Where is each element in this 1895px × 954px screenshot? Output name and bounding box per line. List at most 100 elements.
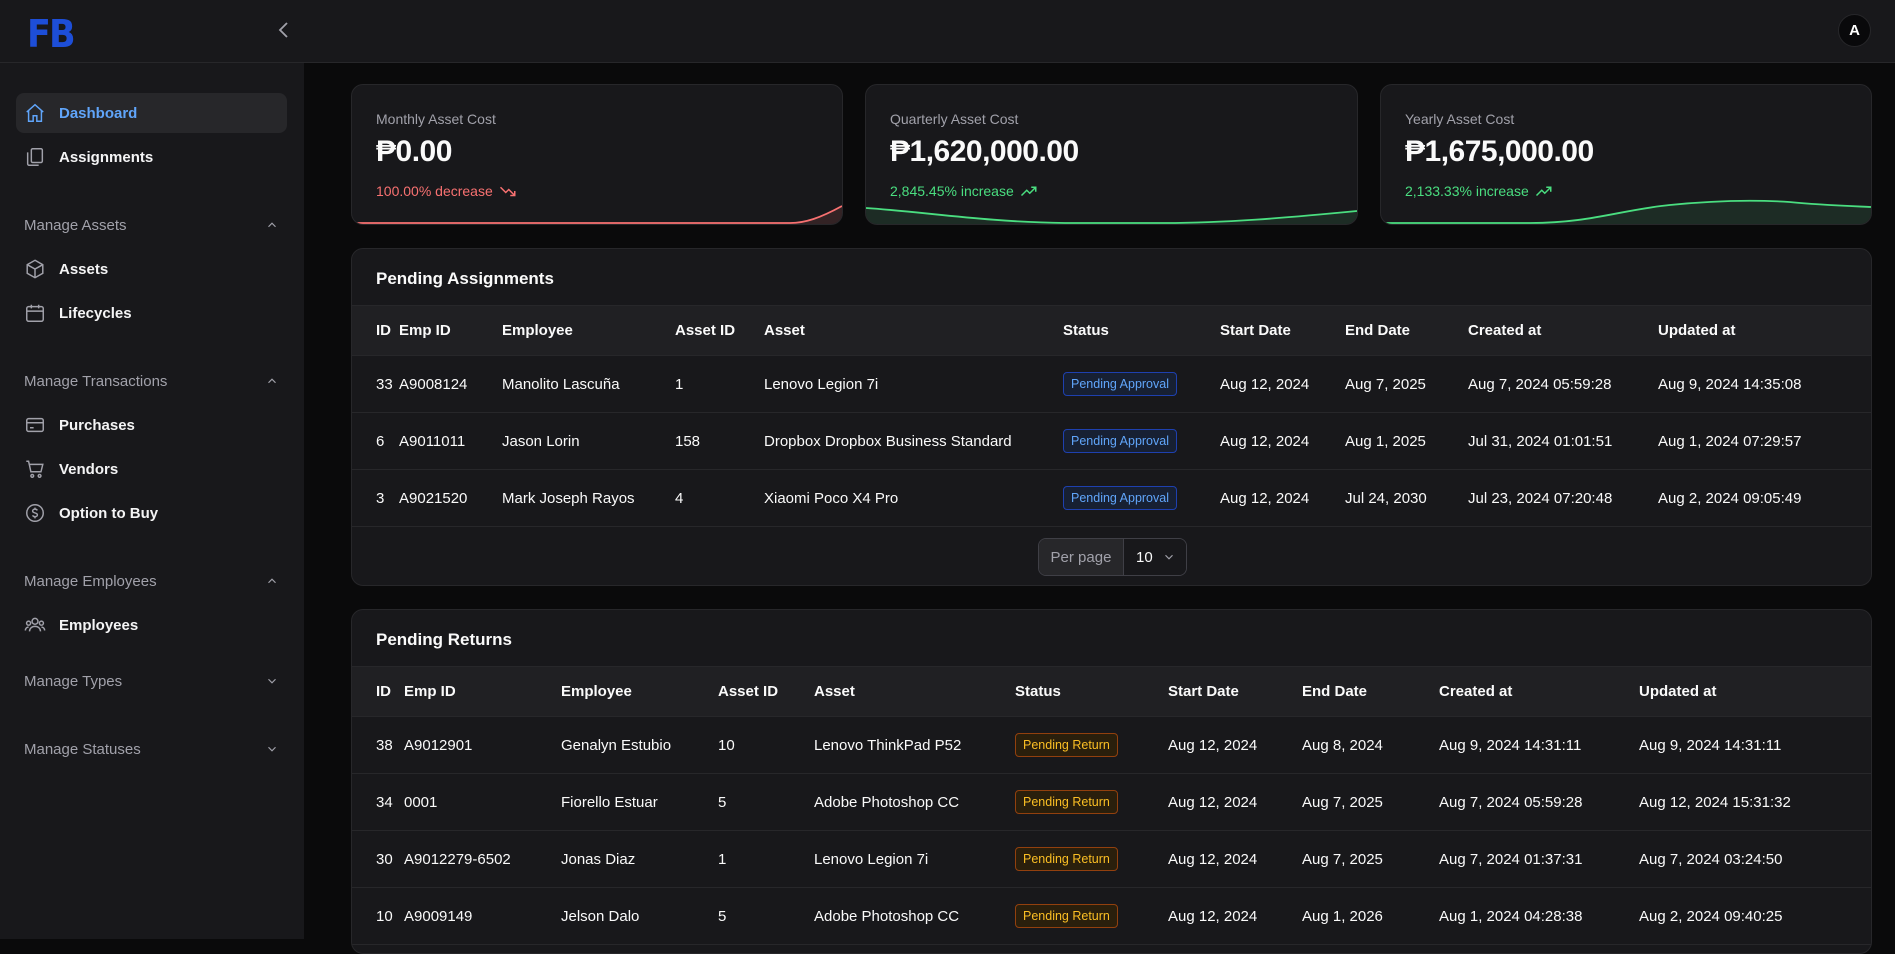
user-avatar[interactable]: A	[1838, 14, 1871, 47]
column-header[interactable]: ID	[352, 306, 399, 356]
cell-asset-id: 5	[718, 907, 727, 925]
users-icon	[24, 614, 46, 636]
cell-updated-at: Aug 9, 2024 14:31:11	[1639, 736, 1782, 754]
pending-returns-panel: Pending Returns ID Emp ID Employee Asset…	[351, 609, 1872, 954]
cell-start-date: Aug 12, 2024	[1168, 793, 1258, 811]
column-header[interactable]: Employee	[502, 306, 675, 356]
cell-asset-id: 1	[718, 850, 727, 868]
nav-group-manage-transactions[interactable]: Manage Transactions	[16, 367, 287, 395]
cell-created-at: Jul 31, 2024 01:01:51	[1468, 432, 1613, 450]
table-row[interactable]: 38 A9012901 Genalyn Estubio 10 Lenovo Th…	[352, 717, 1871, 774]
cell-end-date: Aug 7, 2025	[1302, 850, 1383, 868]
status-badge: Pending Approval	[1063, 429, 1177, 453]
sidebar-item-purchases[interactable]: Purchases	[16, 405, 287, 445]
cell-employee: Jelson Dalo	[561, 907, 640, 925]
cell-employee: Manolito Lascuña	[502, 375, 620, 393]
cell-employee: Jason Lorin	[502, 432, 580, 450]
sidebar-item-employees[interactable]: Employees	[16, 605, 287, 645]
sidebar-item-label: Assets	[59, 260, 109, 278]
section-title: Pending Assignments	[376, 269, 554, 288]
column-header[interactable]: Start Date	[1168, 667, 1302, 717]
table-row[interactable]: 33 A9008124 Manolito Lascuña 1 Lenovo Le…	[352, 356, 1871, 413]
cell-created-at: Jul 23, 2024 07:20:48	[1468, 489, 1613, 507]
sidebar-item-lifecycles[interactable]: Lifecycles	[16, 293, 287, 333]
column-header[interactable]: Updated at	[1639, 667, 1871, 717]
cell-emp-id: A9012901	[404, 736, 473, 754]
cell-end-date: Aug 1, 2025	[1345, 432, 1426, 450]
status-badge: Pending Return	[1015, 790, 1118, 814]
top-bar: FB A	[0, 0, 1895, 63]
column-header[interactable]: End Date	[1345, 306, 1468, 356]
column-header[interactable]: Created at	[1468, 306, 1658, 356]
column-header[interactable]: Start Date	[1220, 306, 1345, 356]
cell-asset: Adobe Photoshop CC	[814, 793, 960, 811]
column-header[interactable]: Asset ID	[675, 306, 764, 356]
table-header-row: ID Emp ID Employee Asset ID Asset Status…	[352, 305, 1871, 356]
chevron-left-icon	[278, 22, 288, 38]
shopping-cart-icon	[24, 458, 46, 480]
cell-created-at: Aug 7, 2024 05:59:28	[1468, 375, 1612, 393]
table-row[interactable]: 34 0001 Fiorello Estuar 5 Adobe Photosho…	[352, 774, 1871, 831]
nav-group-manage-assets[interactable]: Manage Assets	[16, 211, 287, 239]
column-header[interactable]: Emp ID	[404, 667, 561, 717]
per-page-select[interactable]: 10	[1124, 539, 1186, 575]
column-header[interactable]: Created at	[1439, 667, 1639, 717]
table-row[interactable]: 6 A9011011 Jason Lorin 158 Dropbox Dropb…	[352, 413, 1871, 470]
nav-group-manage-employees[interactable]: Manage Employees	[16, 567, 287, 595]
table-row[interactable]: 3 A9021520 Mark Joseph Rayos 4 Xiaomi Po…	[352, 470, 1871, 527]
nav-group-label: Manage Employees	[24, 572, 157, 590]
cell-end-date: Aug 1, 2026	[1302, 907, 1383, 925]
pending-returns-table: ID Emp ID Employee Asset ID Asset Status…	[352, 666, 1871, 945]
column-header[interactable]: End Date	[1302, 667, 1439, 717]
nav-group-manage-statuses[interactable]: Manage Statuses	[16, 735, 287, 763]
stat-label: Quarterly Asset Cost	[890, 111, 1019, 127]
sidebar-item-assignments[interactable]: Assignments	[16, 137, 287, 177]
column-header[interactable]: Updated at	[1658, 306, 1871, 356]
cell-updated-at: Aug 7, 2024 03:24:50	[1639, 850, 1783, 868]
sidebar-item-dashboard[interactable]: Dashboard	[16, 93, 287, 133]
cell-asset-id: 1	[675, 375, 684, 393]
column-header[interactable]: Asset	[764, 306, 1063, 356]
column-header[interactable]: Asset ID	[718, 667, 814, 717]
nav-group-manage-types[interactable]: Manage Types	[16, 667, 287, 695]
status-badge: Pending Return	[1015, 847, 1118, 871]
cell-end-date: Aug 7, 2025	[1345, 375, 1426, 393]
column-header[interactable]: Status	[1015, 667, 1168, 717]
sidebar-item-vendors[interactable]: Vendors	[16, 449, 287, 489]
cell-asset: Lenovo Legion 7i	[814, 850, 929, 868]
chevron-up-icon	[268, 378, 276, 384]
credit-card-icon	[24, 414, 46, 436]
stat-card-monthly: Monthly Asset Cost ₱0.00 100.00% decreas…	[351, 84, 843, 225]
table-row[interactable]: 30 A9012279-6502 Jonas Diaz 1 Lenovo Leg…	[352, 831, 1871, 888]
collapse-sidebar-button[interactable]	[272, 18, 296, 42]
stat-card-yearly: Yearly Asset Cost ₱1,675,000.00 2,133.33…	[1380, 84, 1872, 225]
sidebar-item-option-to-buy[interactable]: Option to Buy	[16, 493, 287, 533]
cell-id: 33	[376, 375, 393, 393]
per-page-value: 10	[1136, 548, 1153, 566]
sparkline-chart	[1381, 199, 1871, 224]
stat-label: Monthly Asset Cost	[376, 111, 496, 127]
per-page-label: Per page	[1039, 539, 1124, 575]
cell-asset-id: 5	[718, 793, 727, 811]
sidebar-item-assets[interactable]: Assets	[16, 249, 287, 289]
column-header[interactable]: Asset	[814, 667, 1015, 717]
cell-id: 3	[376, 489, 385, 507]
column-header[interactable]: Emp ID	[399, 306, 502, 356]
column-header[interactable]: ID	[352, 667, 404, 717]
cell-asset: Adobe Photoshop CC	[814, 907, 960, 925]
cell-id: 38	[376, 736, 393, 754]
cell-id: 6	[376, 432, 385, 450]
home-icon	[24, 102, 46, 124]
stat-card-quarterly: Quarterly Asset Cost ₱1,620,000.00 2,845…	[865, 84, 1358, 225]
cell-asset: Xiaomi Poco X4 Pro	[764, 489, 899, 507]
app-logo[interactable]: FB	[27, 12, 76, 56]
cell-employee: Mark Joseph Rayos	[502, 489, 635, 507]
table-row[interactable]: 10 A9009149 Jelson Dalo 5 Adobe Photosho…	[352, 888, 1871, 945]
table-header-row: ID Emp ID Employee Asset ID Asset Status…	[352, 666, 1871, 717]
cell-start-date: Aug 12, 2024	[1168, 907, 1258, 925]
cell-start-date: Aug 12, 2024	[1220, 489, 1310, 507]
chevron-up-icon	[268, 578, 276, 584]
cell-end-date: Aug 8, 2024	[1302, 736, 1383, 754]
column-header[interactable]: Employee	[561, 667, 718, 717]
column-header[interactable]: Status	[1063, 306, 1220, 356]
